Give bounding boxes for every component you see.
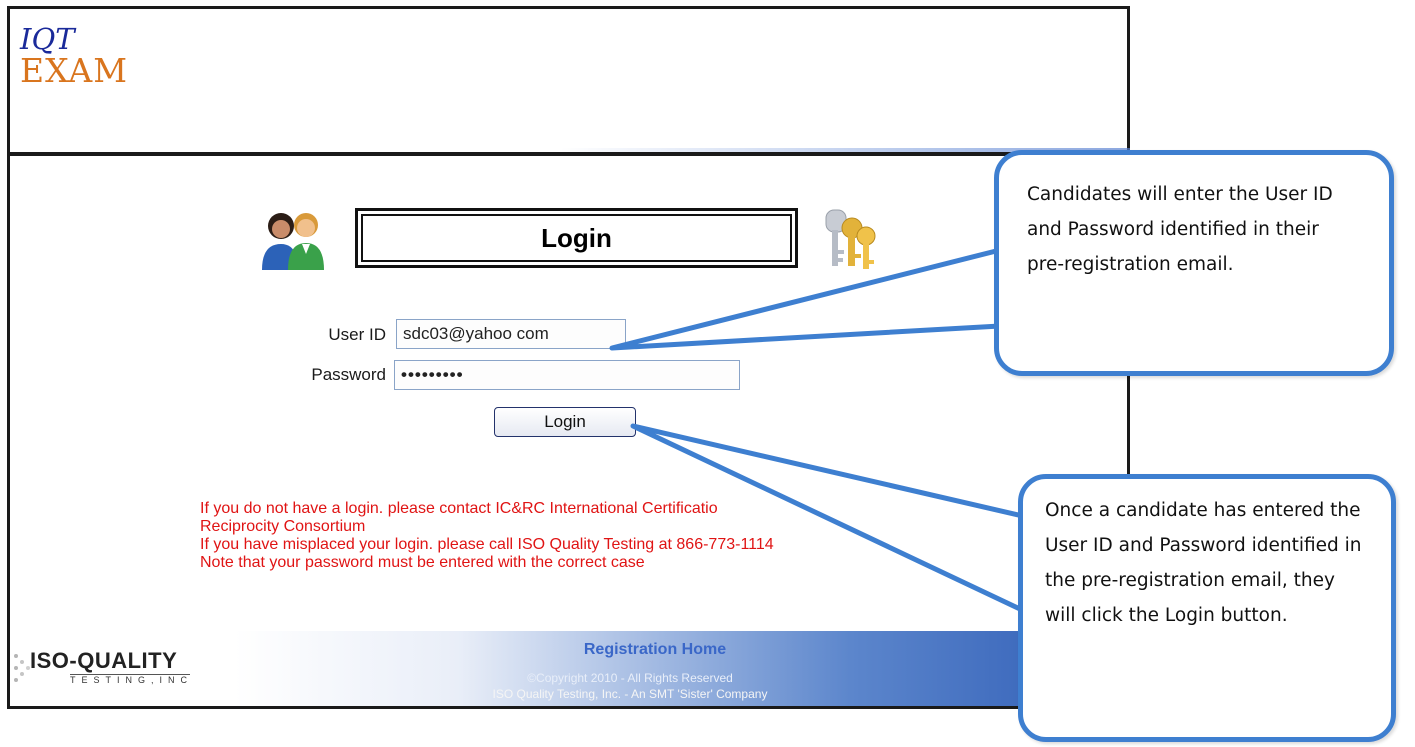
logo-company-name: ISO-QUALITY [30,648,178,673]
users-icon [262,213,324,270]
callout-login-button: Once a candidate has entered the User ID… [1018,474,1396,742]
registration-home-link[interactable]: Registration Home [480,641,830,659]
logo-company-sub: TESTING,INC [70,674,194,685]
user-id-input[interactable]: sdc03@yahoo com [396,319,626,349]
logo-line-2: EXAM [20,51,129,90]
login-help-notes: If you do not have a login. please conta… [200,500,980,572]
logo-line-1: IQT [20,22,75,56]
login-button[interactable]: Login [494,407,636,437]
login-title: Login [361,214,792,262]
company-text: ISO Quality Testing, Inc. - An SMT 'Sist… [492,687,768,701]
password-label: Password [311,365,386,384]
password-input[interactable]: ••••••••• [394,360,740,390]
login-title-box: Login [355,208,798,268]
user-id-label: User ID [328,325,386,344]
app-window [7,6,1130,709]
copyright-text: ©Copyright 2010 - All Rights Reserved [527,671,733,685]
keys-icon [825,209,876,269]
header-divider [10,152,1130,156]
iso-quality-logo: ISO-QUALITY TESTING,INC [14,648,194,685]
note-line: Reciprocity Consortium [200,518,366,535]
note-line: If you have misplaced your login. please… [200,536,774,553]
note-line: Note that your password must be entered … [200,554,645,571]
callout-credentials: Candidates will enter the User ID and Pa… [994,150,1394,376]
logo-dots-icon [14,654,30,682]
footer-copyright: ©Copyright 2010 - All Rights Reserved IS… [420,670,840,702]
iqt-exam-logo: IQT EXAM [20,24,128,88]
note-line: If you do not have a login. please conta… [200,500,718,517]
